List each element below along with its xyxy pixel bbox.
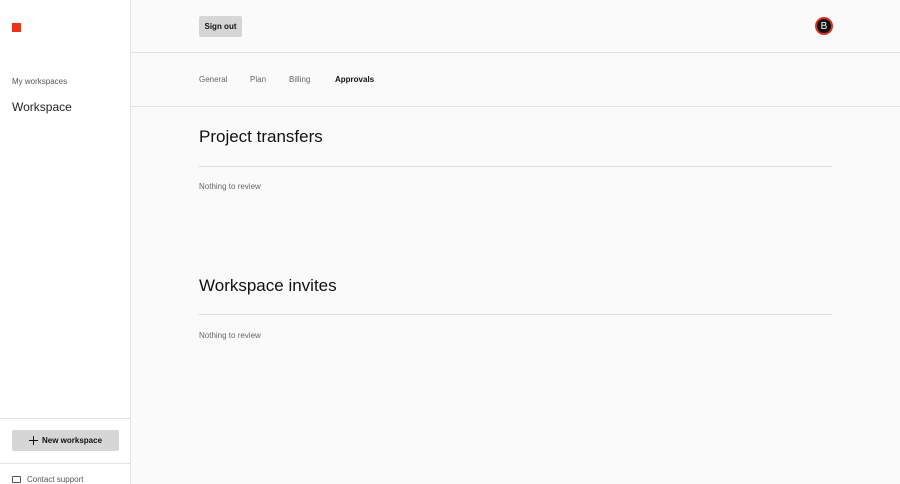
contact-support-link[interactable]: Contact support [12, 475, 83, 484]
contact-support-label: Contact support [27, 475, 84, 484]
workspace-invites-empty-text: Nothing to review [199, 331, 261, 340]
sign-out-button[interactable]: Sign out [199, 16, 242, 37]
section-title-project-transfers: Project transfers [199, 127, 323, 146]
workspaces-heading: My workspaces [12, 77, 68, 86]
chat-icon [12, 476, 21, 483]
tab-general[interactable]: General [199, 75, 227, 84]
sidebar: My workspaces Workspace New workspace Co… [0, 0, 131, 484]
tab-billing[interactable]: Billing [289, 75, 310, 84]
project-transfers-empty-text: Nothing to review [199, 182, 261, 191]
section-title-workspace-invites: Workspace invites [199, 276, 337, 295]
new-workspace-label: New workspace [41, 436, 103, 445]
avatar[interactable]: B [815, 17, 833, 35]
sidebar-divider-bottom [0, 463, 130, 464]
tab-plan[interactable]: Plan [250, 75, 266, 84]
new-workspace-button[interactable]: New workspace [12, 430, 119, 451]
section-divider [199, 314, 832, 315]
sidebar-item-workspace[interactable]: Workspace [12, 100, 72, 114]
plus-icon [28, 436, 38, 445]
top-bar: Sign out B [131, 0, 900, 53]
tab-approvals[interactable]: Approvals [335, 75, 374, 84]
settings-tabs: General Plan Billing Approvals [131, 53, 900, 107]
sidebar-divider [0, 418, 130, 419]
brand-logo-icon[interactable] [12, 23, 21, 32]
section-divider [199, 166, 832, 167]
